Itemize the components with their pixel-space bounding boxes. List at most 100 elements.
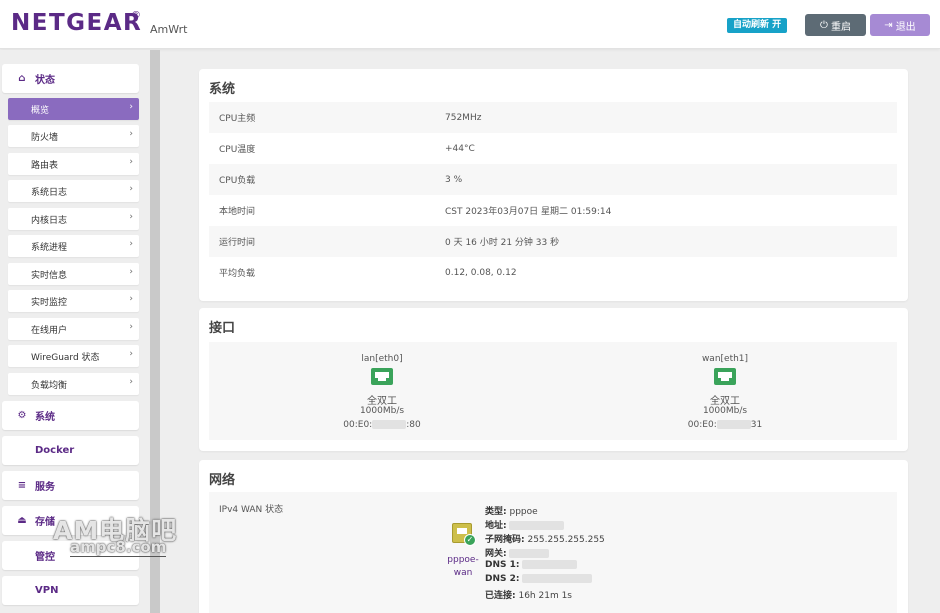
autorefresh-toggle[interactable]: 自动刷新 开	[727, 18, 788, 33]
row-value: +44°C	[445, 143, 475, 154]
menu-item-label: 系统日志	[31, 187, 68, 198]
row-value: 752MHz	[445, 112, 482, 123]
table-row: CPU主频 752MHz	[209, 102, 897, 133]
menu-status[interactable]: ⌂ 状态	[2, 64, 139, 93]
logout-label: 退出	[895, 21, 916, 33]
menu-item-label: 路由表	[31, 160, 59, 171]
menu-status-label: 状态	[35, 75, 55, 86]
ethernet-port-icon	[714, 368, 736, 385]
chevron-right-icon: ›	[129, 239, 133, 249]
row-value: 0 天 16 小时 21 分钟 33 秒	[445, 238, 560, 248]
menu-storage-label: 存储	[35, 517, 55, 528]
menu-system-label: 系统	[35, 412, 55, 423]
row-value: 0.12, 0.08, 0.12	[445, 267, 517, 278]
menu-routes[interactable]: 路由表 ›	[8, 153, 139, 175]
wan-interface-name[interactable]: pppoe-wan	[445, 554, 481, 580]
logout-icon: ⇥	[884, 19, 893, 31]
lan-mac: 00:E0: :80	[282, 420, 482, 430]
detail-key: 类型:	[485, 507, 507, 517]
table-row: 运行时间 0 天 16 小时 21 分钟 33 秒	[209, 226, 897, 257]
wan-mac: 00:E0: 31	[625, 420, 825, 430]
system-card-title: 系统	[209, 82, 236, 97]
mac-suffix: 31	[750, 420, 763, 430]
menu-docker-label: Docker	[35, 445, 75, 456]
reboot-button[interactable]: ⏻ 重启	[805, 14, 866, 36]
detail-value: 16h 21m 1s	[518, 591, 572, 601]
drive-icon: ⏏	[17, 515, 27, 526]
wan-status-label: IPv4 WAN 状态	[219, 505, 284, 515]
network-card-title: 网络	[209, 473, 236, 488]
menu-wireguard[interactable]: WireGuard 状态 ›	[8, 345, 139, 367]
chevron-right-icon: ›	[129, 377, 133, 387]
menu-realtime-info[interactable]: 实时信息 ›	[8, 263, 139, 285]
chevron-right-icon: ›	[129, 349, 133, 359]
chevron-right-icon: ›	[129, 322, 133, 332]
wan-interface: wan[eth1] 全双工 1000Mb/s 00:E0: 31	[625, 342, 825, 440]
reboot-label: 重启	[830, 21, 851, 33]
menu-item-label: 实时监控	[31, 297, 68, 308]
menu-processes[interactable]: 系统进程 ›	[8, 235, 139, 257]
menu-item-label: 系统进程	[31, 242, 68, 253]
wan-type: 类型: pppoe	[485, 504, 538, 517]
menu-item-label: 负载均衡	[31, 380, 68, 391]
menu-item-label: 实时信息	[31, 270, 68, 281]
menu-online-users[interactable]: 在线用户 ›	[8, 318, 139, 340]
wan-netmask: 子网掩码: 255.255.255.255	[485, 532, 605, 545]
redacted-mask	[716, 420, 751, 429]
menu-item-label: 概览	[31, 105, 50, 116]
menu-system[interactable]: ⚙ 系统	[2, 401, 139, 430]
home-icon: ⌂	[18, 73, 26, 84]
menu-firewall[interactable]: 防火墙 ›	[8, 125, 139, 147]
detail-key: 子网掩码:	[485, 535, 525, 545]
wan-name: wan[eth1]	[701, 354, 749, 364]
detail-key: 网关:	[485, 549, 507, 559]
redacted-mask	[509, 549, 550, 558]
chevron-right-icon: ›	[129, 267, 133, 277]
chevron-right-icon: ›	[129, 294, 133, 304]
mac-prefix: 00:E0:	[343, 420, 373, 430]
table-row: CPU温度 +44°C	[209, 133, 897, 164]
chevron-right-icon: ›	[129, 129, 133, 139]
menu-services-label: 服务	[35, 482, 55, 493]
menu-docker[interactable]: Docker	[2, 436, 139, 465]
row-value: 3 %	[445, 174, 463, 185]
row-value: CST 2023年03月07日 星期二 01:59:14	[445, 207, 612, 217]
detail-value: pppoe	[509, 507, 538, 517]
menu-overview[interactable]: 概览 ›	[8, 98, 139, 120]
menu-kernellog[interactable]: 内核日志 ›	[8, 208, 139, 230]
row-key: CPU温度	[219, 145, 256, 155]
power-icon: ⏻	[820, 19, 828, 31]
network-card: 网络 IPv4 WAN 状态 ✓ pppoe-wan 类型: pppoe 地址:…	[199, 460, 908, 613]
menu-realtime-monitor[interactable]: 实时监控 ›	[8, 290, 139, 312]
chevron-right-icon: ›	[129, 184, 133, 194]
check-icon: ✓	[464, 534, 476, 546]
ethernet-port-icon	[371, 368, 393, 385]
row-key: 本地时间	[219, 207, 256, 217]
wan-dns2: DNS 2:	[485, 574, 593, 584]
chevron-right-icon: ›	[129, 157, 133, 167]
brand-logo[interactable]: NETGEAR	[11, 10, 142, 36]
detail-key: DNS 2:	[485, 574, 520, 584]
row-key: 平均负载	[219, 269, 256, 279]
wan-uptime: 已连接: 16h 21m 1s	[485, 588, 572, 601]
mac-prefix: 00:E0:	[687, 420, 717, 430]
menu-item-label: WireGuard 状态	[31, 352, 100, 363]
menu-load-balance[interactable]: 负载均衡 ›	[8, 373, 139, 395]
menu-services[interactable]: ≡ 服务	[2, 471, 139, 500]
interface-panel: lan[eth0] 全双工 1000Mb/s 00:E0::80 wan[eth…	[209, 342, 897, 440]
mac-suffix: :80	[406, 420, 421, 430]
wan-gateway: 网关:	[485, 546, 550, 559]
logout-button[interactable]: ⇥ 退出	[870, 14, 930, 36]
menu-syslog[interactable]: 系统日志 ›	[8, 180, 139, 202]
interface-card-title: 接口	[209, 321, 236, 336]
wan-dns1: DNS 1:	[485, 560, 578, 570]
gears-icon: ⚙	[17, 410, 27, 421]
detail-key: 已连接:	[485, 591, 516, 601]
chevron-right-icon: ›	[129, 102, 133, 112]
lan-duplex: 全双工	[367, 396, 397, 407]
lan-name: lan[eth0]	[361, 354, 403, 364]
menu-vpn[interactable]: VPN	[2, 576, 139, 605]
system-card: 系统 CPU主频 752MHz CPU温度 +44°C CPU负载 3 % 本地时间 C…	[199, 69, 908, 301]
table-row: 本地时间 CST 2023年03月07日 星期二 01:59:14	[209, 195, 897, 226]
menu-item-label: 防火墙	[31, 132, 59, 143]
